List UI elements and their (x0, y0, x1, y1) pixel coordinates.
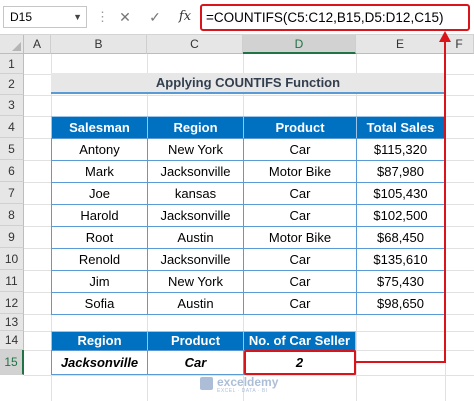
cell-product[interactable]: Car (243, 270, 357, 293)
cell-salesman[interactable]: Sofia (51, 292, 148, 315)
cell-total-sales[interactable]: $135,610 (356, 248, 445, 271)
column-header-d[interactable]: D (243, 35, 356, 54)
fx-icon[interactable]: fx (175, 8, 195, 26)
cell-total-sales[interactable]: $75,430 (356, 270, 445, 293)
row-header-15[interactable]: 15 (0, 350, 24, 375)
check-icon[interactable]: ✓ (145, 8, 165, 26)
cell-product[interactable]: Motor Bike (243, 160, 357, 183)
row-header-11[interactable]: 11 (0, 270, 24, 292)
column-header-b[interactable]: B (51, 35, 147, 54)
cell-region[interactable]: Jacksonville (147, 160, 244, 183)
watermark-name: exceldemy (217, 375, 279, 389)
row-header-8[interactable]: 8 (0, 204, 24, 226)
cell-region[interactable]: Jacksonville (147, 248, 244, 271)
cell-region[interactable]: Austin (147, 292, 244, 315)
select-all-corner[interactable] (0, 35, 24, 54)
row-header-7[interactable]: 7 (0, 182, 24, 204)
watermark: exceldemy EXCEL · DATA · BI (200, 374, 310, 396)
table-header-total-sales[interactable]: Total Sales (356, 116, 445, 139)
row-header-4[interactable]: 4 (0, 116, 24, 138)
name-box-value: D15 (10, 10, 33, 24)
cell-product[interactable]: Car (243, 292, 357, 315)
watermark-tagline: EXCEL · DATA · BI (217, 388, 268, 394)
criteria-region-value[interactable]: Jacksonville (51, 350, 148, 375)
table-header-product[interactable]: Product (243, 116, 357, 139)
row-header-3[interactable]: 3 (0, 95, 24, 116)
cell-salesman[interactable]: Joe (51, 182, 148, 205)
row-header-14[interactable]: 14 (0, 331, 24, 350)
cell-total-sales[interactable]: $98,650 (356, 292, 445, 315)
name-box[interactable]: D15 ▼ (3, 6, 87, 28)
cell-region[interactable]: kansas (147, 182, 244, 205)
table-header-salesman[interactable]: Salesman (51, 116, 148, 139)
cell-product[interactable]: Car (243, 204, 357, 227)
cell-salesman[interactable]: Renold (51, 248, 148, 271)
cell-total-sales[interactable]: $115,320 (356, 138, 445, 161)
sheet-title: Applying COUNTIFS Function (51, 73, 445, 94)
cell-region[interactable]: New York (147, 270, 244, 293)
row-header-12[interactable]: 12 (0, 292, 24, 314)
gridline (24, 95, 474, 96)
cell-total-sales[interactable]: $87,980 (356, 160, 445, 183)
formula-input[interactable]: =COUNTIFS(C5:C12,B15,D5:D12,C15) (200, 4, 470, 31)
row-header-2[interactable]: 2 (0, 74, 24, 95)
criteria-header-product[interactable]: Product (147, 331, 244, 351)
cell-region[interactable]: New York (147, 138, 244, 161)
cell-product[interactable]: Motor Bike (243, 226, 357, 249)
cell-product[interactable]: Car (243, 248, 357, 271)
row-header-1[interactable]: 1 (0, 54, 24, 74)
exceldemy-logo-icon (200, 377, 213, 390)
row-header-6[interactable]: 6 (0, 160, 24, 182)
gridline (445, 54, 446, 401)
cell-region[interactable]: Jacksonville (147, 204, 244, 227)
cell-product[interactable]: Car (243, 182, 357, 205)
cell-total-sales[interactable]: $68,450 (356, 226, 445, 249)
column-header-a[interactable]: A (24, 35, 51, 54)
cell-salesman[interactable]: Antony (51, 138, 148, 161)
cell-total-sales[interactable]: $105,430 (356, 182, 445, 205)
row-header-13[interactable]: 13 (0, 314, 24, 331)
column-header-c[interactable]: C (147, 35, 243, 54)
cell-salesman[interactable]: Root (51, 226, 148, 249)
cell-salesman[interactable]: Harold (51, 204, 148, 227)
table-header-region[interactable]: Region (147, 116, 244, 139)
column-header-e[interactable]: E (356, 35, 445, 54)
criteria-header-region[interactable]: Region (51, 331, 148, 351)
chevron-down-icon[interactable]: ▼ (73, 7, 82, 27)
cell-salesman[interactable]: Mark (51, 160, 148, 183)
row-header-9[interactable]: 9 (0, 226, 24, 248)
cell-salesman[interactable]: Jim (51, 270, 148, 293)
formula-bar: D15 ▼ ⋮ ✕ ✓ fx =COUNTIFS(C5:C12,B15,D5:D… (0, 0, 474, 35)
criteria-product-value[interactable]: Car (147, 350, 244, 375)
row-header-10[interactable]: 10 (0, 248, 24, 270)
column-header-f[interactable]: F (445, 35, 474, 54)
drag-handle-icon[interactable]: ⋮ (96, 9, 109, 25)
criteria-header-car-seller-count[interactable]: No. of Car Seller (243, 331, 356, 351)
result-highlight-box (244, 350, 356, 375)
cell-total-sales[interactable]: $102,500 (356, 204, 445, 227)
row-header-5[interactable]: 5 (0, 138, 24, 160)
cell-product[interactable]: Car (243, 138, 357, 161)
cell-region[interactable]: Austin (147, 226, 244, 249)
close-icon[interactable]: ✕ (115, 8, 135, 26)
